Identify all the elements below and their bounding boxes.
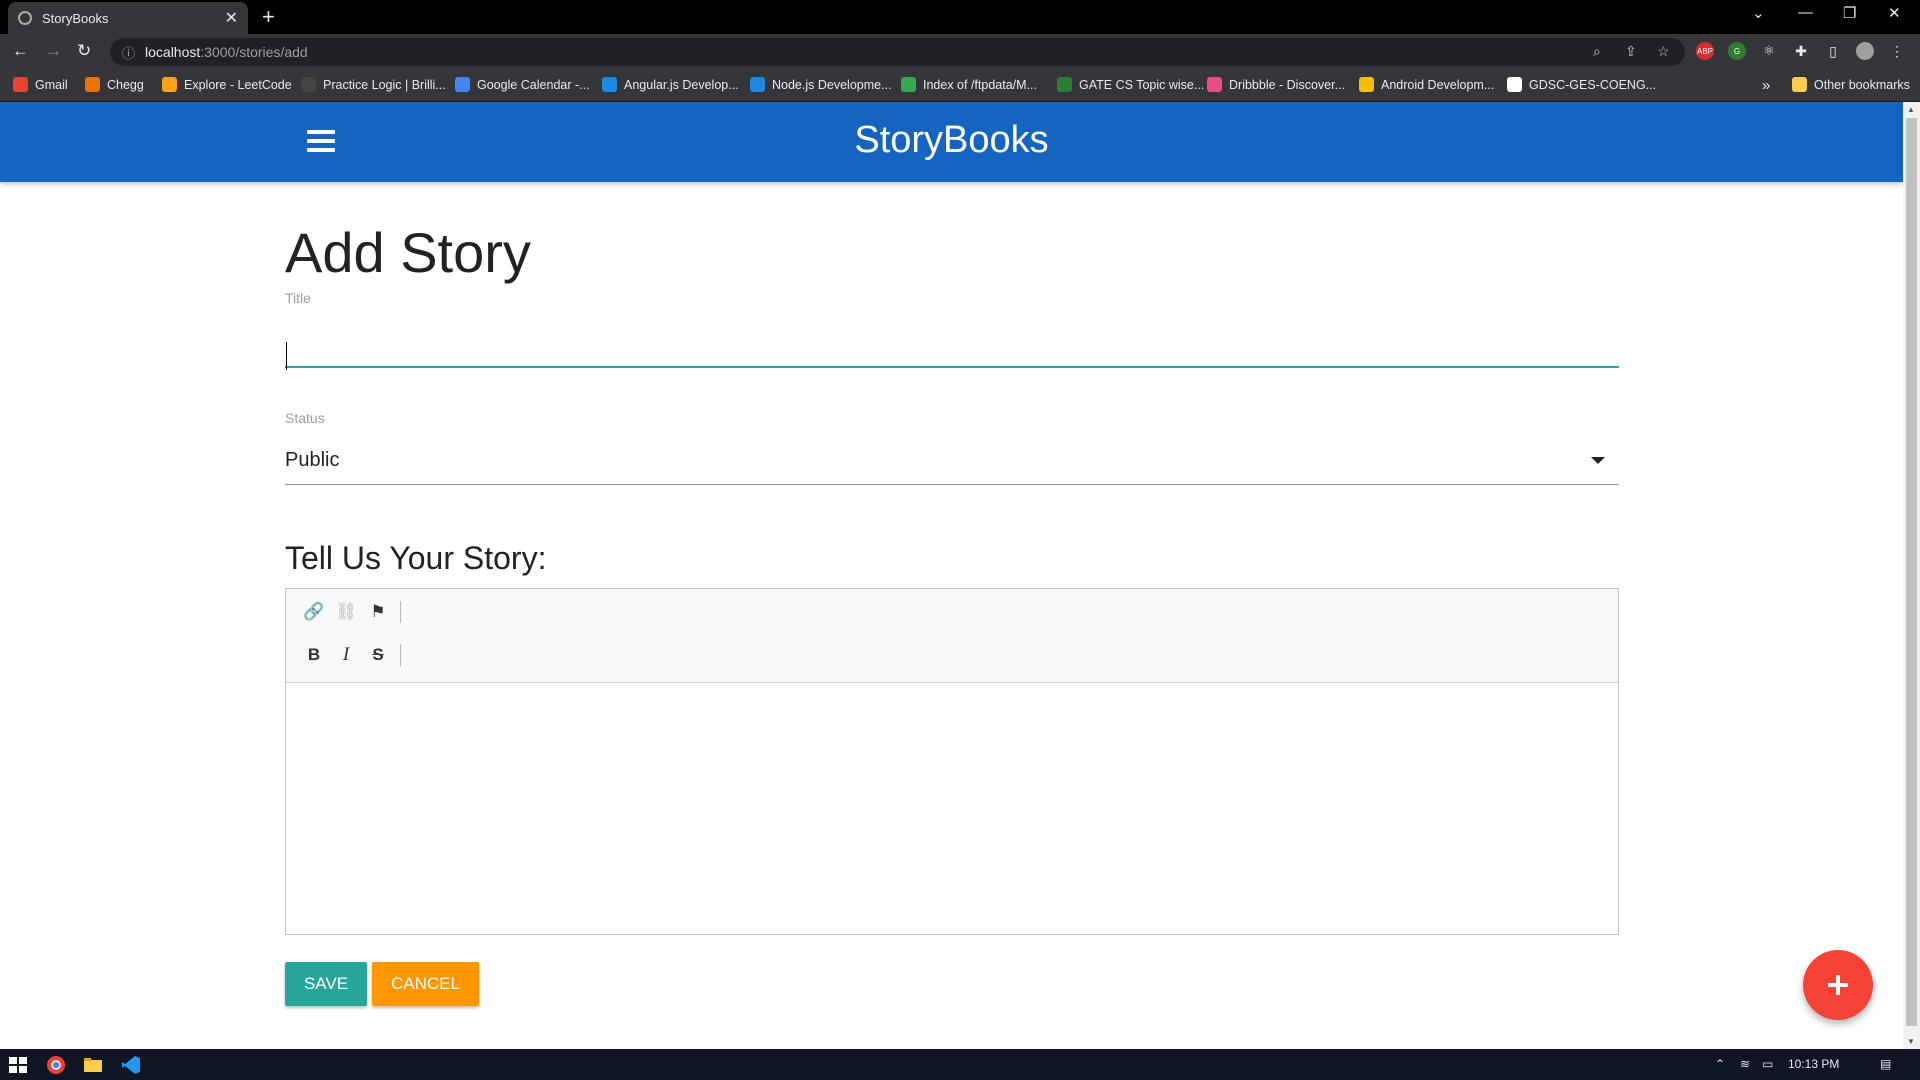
app-brand[interactable]: StoryBooks [0, 119, 1903, 162]
minimize-icon[interactable]: — [1798, 4, 1813, 21]
web-page: StoryBooks Add Story Title Status Public… [0, 102, 1903, 1049]
bookmarks-bar: Gmail Chegg Explore - LeetCode Practice … [0, 70, 1920, 102]
editor-toolbar: 🔗 ⛓ ⚑ B I S [286, 589, 1618, 683]
browser-tab[interactable]: StoryBooks ✕ [8, 2, 248, 34]
page-scrollbar[interactable]: ▲ ▼ [1903, 102, 1920, 1049]
unlink-icon[interactable]: ⛓ [330, 599, 362, 625]
gate-icon [1057, 77, 1072, 92]
file-explorer-icon[interactable] [83, 1055, 103, 1075]
editor-content-area[interactable] [286, 684, 1618, 934]
toolbar-separator [400, 644, 401, 666]
cancel-button[interactable]: CANCEL [372, 962, 479, 1006]
globe-icon [18, 11, 32, 25]
bookmark-chegg[interactable]: Chegg [85, 77, 144, 92]
chegg-icon [85, 77, 100, 92]
windows-taskbar: ⌃ ≋ ▭ ◁ 10:13 PM ▤ [0, 1049, 1920, 1080]
app-navbar: StoryBooks [0, 102, 1903, 182]
dribbble-icon [1207, 77, 1222, 92]
globe-icon [901, 77, 916, 92]
italic-icon[interactable]: I [330, 642, 362, 668]
url-path: :3000/stories/add [200, 44, 308, 60]
add-story-fab[interactable] [1803, 950, 1873, 1020]
extensions-icon[interactable]: ✚ [1792, 42, 1810, 60]
profile-avatar[interactable] [1856, 42, 1874, 60]
bookmark-gate-cs[interactable]: GATE CS Topic wise... [1057, 77, 1204, 92]
share-icon[interactable]: ⇪ [1625, 43, 1637, 60]
github-icon [1507, 77, 1522, 92]
bookmark-dribbble[interactable]: Dribbble - Discover... [1207, 77, 1345, 92]
battery-icon[interactable]: ▭ [1762, 1057, 1773, 1071]
taskbar-clock[interactable]: 10:13 PM [1788, 1057, 1839, 1071]
reload-icon[interactable]: ↻ [77, 41, 91, 61]
bookmark-brilliant[interactable]: Practice Logic | Brilli... [301, 77, 446, 92]
site-info-icon[interactable]: ⓘ [122, 43, 135, 62]
zoom-icon[interactable]: ⌕ [1593, 43, 1601, 60]
save-button[interactable]: SAVE [285, 962, 367, 1006]
side-panel-icon[interactable]: ▯ [1824, 42, 1842, 60]
page-title: Add Story [285, 221, 531, 284]
anchor-flag-icon[interactable]: ⚑ [362, 599, 394, 625]
bookmark-gmail[interactable]: Gmail [13, 77, 68, 92]
scroll-down-icon[interactable]: ▼ [1907, 1037, 1915, 1046]
toolbar-separator [400, 601, 401, 623]
url-host: localhost [145, 44, 201, 60]
toolbar-format-group: B I S [298, 642, 401, 668]
new-tab-button[interactable]: + [262, 4, 275, 30]
bookmark-star-icon[interactable]: ☆ [1657, 43, 1670, 60]
restore-icon[interactable]: ❐ [1843, 4, 1856, 22]
window-close-icon[interactable]: ✕ [1888, 4, 1901, 22]
bookmark-angular[interactable]: Angular.js Develop... [602, 77, 739, 92]
tab-title: StoryBooks [42, 10, 109, 26]
bookmark-leetcode[interactable]: Explore - LeetCode [162, 77, 292, 92]
wifi-icon[interactable]: ≋ [1740, 1057, 1750, 1071]
dropdown-arrow-icon [1591, 457, 1605, 464]
strikethrough-icon[interactable]: S [362, 642, 394, 668]
status-select[interactable]: Public [285, 437, 1619, 485]
bookmark-github[interactable]: GDSC-GES-COENG... [1507, 77, 1656, 92]
android-icon [1359, 77, 1374, 92]
title-input[interactable] [285, 318, 1619, 368]
windows-start-icon[interactable] [8, 1055, 28, 1075]
bookmarks-overflow[interactable]: » [1762, 77, 1770, 94]
title-label: Title [285, 290, 311, 306]
bold-icon[interactable]: B [298, 642, 330, 668]
vscode-icon[interactable] [121, 1055, 141, 1075]
menu-kebab-icon[interactable]: ⋮ [1888, 42, 1906, 60]
story-heading: Tell Us Your Story: [285, 540, 547, 576]
brilliant-icon [301, 77, 316, 92]
leetcode-icon [162, 77, 177, 92]
scroll-up-icon[interactable]: ▲ [1907, 105, 1915, 114]
notifications-icon[interactable]: ▤ [1880, 1057, 1891, 1071]
gmail-icon [13, 77, 28, 92]
tab-search-icon[interactable]: ⌄ [1752, 4, 1765, 22]
browser-toolbar: ← → ↻ ⓘ localhost :3000/stories/add ⌕ ⇪ … [0, 34, 1920, 70]
forward-icon[interactable]: → [45, 41, 62, 61]
angular-icon [602, 77, 617, 92]
nodejs-icon [750, 77, 765, 92]
react-devtools-icon[interactable]: ⚛ [1760, 42, 1778, 60]
scrollbar-thumb[interactable] [1906, 118, 1917, 1026]
rich-text-editor: 🔗 ⛓ ⚑ B I S [285, 588, 1619, 935]
bookmark-nodejs[interactable]: Node.js Developme... [750, 77, 892, 92]
bookmark-android[interactable]: Android Developm... [1359, 77, 1494, 92]
chrome-taskbar-icon[interactable] [46, 1055, 66, 1075]
calendar-icon [455, 77, 470, 92]
tab-close-icon[interactable]: ✕ [225, 8, 238, 28]
other-bookmarks[interactable]: Other bookmarks [1792, 77, 1910, 92]
toolbar-links-group: 🔗 ⛓ ⚑ [298, 599, 401, 625]
status-label: Status [285, 410, 325, 426]
grammarly-icon[interactable]: G [1728, 42, 1746, 60]
browser-tab-bar: StoryBooks ✕ + ⌄ — ❐ ✕ [0, 0, 1920, 34]
folder-icon [1792, 77, 1807, 92]
address-bar[interactable]: ⓘ localhost :3000/stories/add [110, 38, 1685, 66]
bookmark-ftpdata[interactable]: Index of /ftpdata/M... [901, 77, 1037, 92]
text-cursor [286, 342, 287, 370]
bookmark-google-calendar[interactable]: Google Calendar -... [455, 77, 590, 92]
back-icon[interactable]: ← [12, 41, 29, 61]
adblock-icon[interactable]: ABP [1696, 42, 1714, 60]
status-selected-value: Public [285, 449, 340, 471]
link-icon[interactable]: 🔗 [298, 599, 330, 625]
tray-overflow-icon[interactable]: ⌃ [1715, 1057, 1725, 1071]
